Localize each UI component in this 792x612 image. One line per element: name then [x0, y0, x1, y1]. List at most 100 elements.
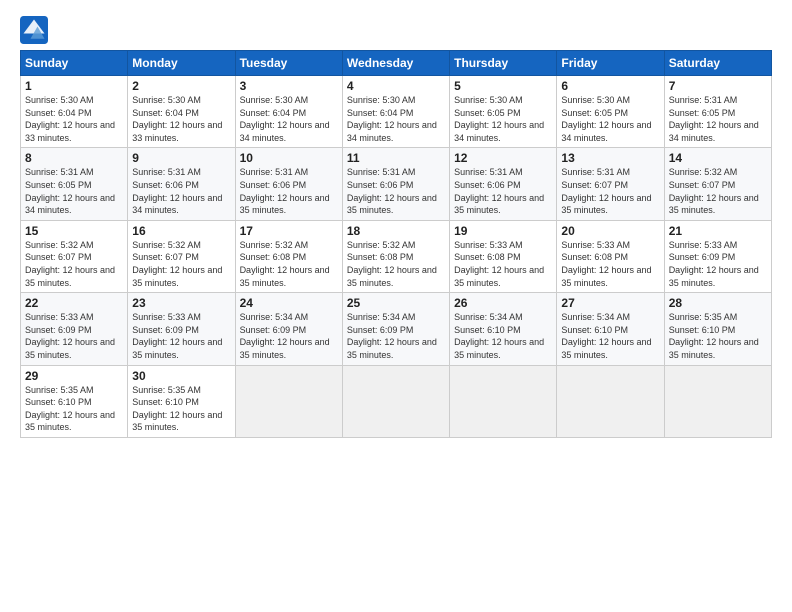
- day-info: Sunrise: 5:33 AMSunset: 6:09 PMDaylight:…: [669, 239, 767, 289]
- day-number: 8: [25, 151, 123, 165]
- day-number: 5: [454, 79, 552, 93]
- day-number: 11: [347, 151, 445, 165]
- day-info: Sunrise: 5:33 AMSunset: 6:09 PMDaylight:…: [132, 311, 230, 361]
- day-info: Sunrise: 5:30 AMSunset: 6:05 PMDaylight:…: [454, 94, 552, 144]
- day-info: Sunrise: 5:31 AMSunset: 6:07 PMDaylight:…: [561, 166, 659, 216]
- calendar-cell: 12Sunrise: 5:31 AMSunset: 6:06 PMDayligh…: [450, 148, 557, 220]
- day-info: Sunrise: 5:30 AMSunset: 6:04 PMDaylight:…: [347, 94, 445, 144]
- day-info: Sunrise: 5:32 AMSunset: 6:08 PMDaylight:…: [347, 239, 445, 289]
- day-number: 14: [669, 151, 767, 165]
- calendar-cell: 10Sunrise: 5:31 AMSunset: 6:06 PMDayligh…: [235, 148, 342, 220]
- calendar-cell: 9Sunrise: 5:31 AMSunset: 6:06 PMDaylight…: [128, 148, 235, 220]
- day-number: 2: [132, 79, 230, 93]
- day-number: 12: [454, 151, 552, 165]
- calendar-cell: 26Sunrise: 5:34 AMSunset: 6:10 PMDayligh…: [450, 293, 557, 365]
- day-info: Sunrise: 5:30 AMSunset: 6:04 PMDaylight:…: [240, 94, 338, 144]
- day-info: Sunrise: 5:32 AMSunset: 6:07 PMDaylight:…: [132, 239, 230, 289]
- page: SundayMondayTuesdayWednesdayThursdayFrid…: [0, 0, 792, 612]
- day-number: 23: [132, 296, 230, 310]
- calendar-cell: 3Sunrise: 5:30 AMSunset: 6:04 PMDaylight…: [235, 76, 342, 148]
- day-info: Sunrise: 5:34 AMSunset: 6:09 PMDaylight:…: [240, 311, 338, 361]
- calendar-cell: 15Sunrise: 5:32 AMSunset: 6:07 PMDayligh…: [21, 220, 128, 292]
- day-info: Sunrise: 5:30 AMSunset: 6:05 PMDaylight:…: [561, 94, 659, 144]
- day-info: Sunrise: 5:34 AMSunset: 6:09 PMDaylight:…: [347, 311, 445, 361]
- day-number: 1: [25, 79, 123, 93]
- day-info: Sunrise: 5:32 AMSunset: 6:07 PMDaylight:…: [669, 166, 767, 216]
- day-info: Sunrise: 5:32 AMSunset: 6:07 PMDaylight:…: [25, 239, 123, 289]
- calendar-cell: 20Sunrise: 5:33 AMSunset: 6:08 PMDayligh…: [557, 220, 664, 292]
- calendar-cell: 14Sunrise: 5:32 AMSunset: 6:07 PMDayligh…: [664, 148, 771, 220]
- calendar-cell: 19Sunrise: 5:33 AMSunset: 6:08 PMDayligh…: [450, 220, 557, 292]
- calendar-cell: 18Sunrise: 5:32 AMSunset: 6:08 PMDayligh…: [342, 220, 449, 292]
- calendar-cell: [664, 365, 771, 437]
- day-info: Sunrise: 5:30 AMSunset: 6:04 PMDaylight:…: [132, 94, 230, 144]
- header-day: Tuesday: [235, 51, 342, 76]
- day-info: Sunrise: 5:31 AMSunset: 6:05 PMDaylight:…: [669, 94, 767, 144]
- calendar-week: 1Sunrise: 5:30 AMSunset: 6:04 PMDaylight…: [21, 76, 772, 148]
- calendar-cell: 16Sunrise: 5:32 AMSunset: 6:07 PMDayligh…: [128, 220, 235, 292]
- logo-icon: [20, 16, 48, 44]
- day-info: Sunrise: 5:35 AMSunset: 6:10 PMDaylight:…: [132, 384, 230, 434]
- header-day: Monday: [128, 51, 235, 76]
- day-number: 24: [240, 296, 338, 310]
- calendar-cell: 6Sunrise: 5:30 AMSunset: 6:05 PMDaylight…: [557, 76, 664, 148]
- day-number: 13: [561, 151, 659, 165]
- calendar-cell: 28Sunrise: 5:35 AMSunset: 6:10 PMDayligh…: [664, 293, 771, 365]
- calendar-cell: [557, 365, 664, 437]
- day-info: Sunrise: 5:32 AMSunset: 6:08 PMDaylight:…: [240, 239, 338, 289]
- day-info: Sunrise: 5:31 AMSunset: 6:06 PMDaylight:…: [454, 166, 552, 216]
- day-number: 29: [25, 369, 123, 383]
- calendar-cell: 8Sunrise: 5:31 AMSunset: 6:05 PMDaylight…: [21, 148, 128, 220]
- day-number: 9: [132, 151, 230, 165]
- day-info: Sunrise: 5:31 AMSunset: 6:06 PMDaylight:…: [132, 166, 230, 216]
- day-number: 26: [454, 296, 552, 310]
- day-info: Sunrise: 5:30 AMSunset: 6:04 PMDaylight:…: [25, 94, 123, 144]
- header: [20, 16, 772, 44]
- calendar-week: 15Sunrise: 5:32 AMSunset: 6:07 PMDayligh…: [21, 220, 772, 292]
- logo: [20, 16, 52, 44]
- day-number: 19: [454, 224, 552, 238]
- day-number: 27: [561, 296, 659, 310]
- day-info: Sunrise: 5:35 AMSunset: 6:10 PMDaylight:…: [25, 384, 123, 434]
- day-number: 18: [347, 224, 445, 238]
- day-number: 28: [669, 296, 767, 310]
- calendar-cell: 22Sunrise: 5:33 AMSunset: 6:09 PMDayligh…: [21, 293, 128, 365]
- day-info: Sunrise: 5:31 AMSunset: 6:05 PMDaylight:…: [25, 166, 123, 216]
- calendar-table: SundayMondayTuesdayWednesdayThursdayFrid…: [20, 50, 772, 438]
- calendar-cell: 1Sunrise: 5:30 AMSunset: 6:04 PMDaylight…: [21, 76, 128, 148]
- day-number: 16: [132, 224, 230, 238]
- header-day: Saturday: [664, 51, 771, 76]
- calendar-cell: 2Sunrise: 5:30 AMSunset: 6:04 PMDaylight…: [128, 76, 235, 148]
- calendar-cell: [450, 365, 557, 437]
- day-number: 22: [25, 296, 123, 310]
- day-number: 15: [25, 224, 123, 238]
- calendar-cell: [342, 365, 449, 437]
- header-day: Friday: [557, 51, 664, 76]
- calendar-cell: 25Sunrise: 5:34 AMSunset: 6:09 PMDayligh…: [342, 293, 449, 365]
- day-info: Sunrise: 5:33 AMSunset: 6:08 PMDaylight:…: [561, 239, 659, 289]
- day-info: Sunrise: 5:33 AMSunset: 6:08 PMDaylight:…: [454, 239, 552, 289]
- calendar-cell: 21Sunrise: 5:33 AMSunset: 6:09 PMDayligh…: [664, 220, 771, 292]
- calendar-cell: 5Sunrise: 5:30 AMSunset: 6:05 PMDaylight…: [450, 76, 557, 148]
- day-info: Sunrise: 5:31 AMSunset: 6:06 PMDaylight:…: [240, 166, 338, 216]
- day-number: 6: [561, 79, 659, 93]
- day-info: Sunrise: 5:35 AMSunset: 6:10 PMDaylight:…: [669, 311, 767, 361]
- calendar-cell: 24Sunrise: 5:34 AMSunset: 6:09 PMDayligh…: [235, 293, 342, 365]
- header-day: Thursday: [450, 51, 557, 76]
- day-info: Sunrise: 5:33 AMSunset: 6:09 PMDaylight:…: [25, 311, 123, 361]
- calendar-cell: [235, 365, 342, 437]
- calendar-cell: 11Sunrise: 5:31 AMSunset: 6:06 PMDayligh…: [342, 148, 449, 220]
- calendar-cell: 29Sunrise: 5:35 AMSunset: 6:10 PMDayligh…: [21, 365, 128, 437]
- day-number: 4: [347, 79, 445, 93]
- calendar-cell: 7Sunrise: 5:31 AMSunset: 6:05 PMDaylight…: [664, 76, 771, 148]
- calendar-week: 22Sunrise: 5:33 AMSunset: 6:09 PMDayligh…: [21, 293, 772, 365]
- day-info: Sunrise: 5:34 AMSunset: 6:10 PMDaylight:…: [454, 311, 552, 361]
- calendar-cell: 13Sunrise: 5:31 AMSunset: 6:07 PMDayligh…: [557, 148, 664, 220]
- day-info: Sunrise: 5:34 AMSunset: 6:10 PMDaylight:…: [561, 311, 659, 361]
- day-number: 10: [240, 151, 338, 165]
- calendar-cell: 23Sunrise: 5:33 AMSunset: 6:09 PMDayligh…: [128, 293, 235, 365]
- day-number: 30: [132, 369, 230, 383]
- day-info: Sunrise: 5:31 AMSunset: 6:06 PMDaylight:…: [347, 166, 445, 216]
- day-number: 21: [669, 224, 767, 238]
- header-row: SundayMondayTuesdayWednesdayThursdayFrid…: [21, 51, 772, 76]
